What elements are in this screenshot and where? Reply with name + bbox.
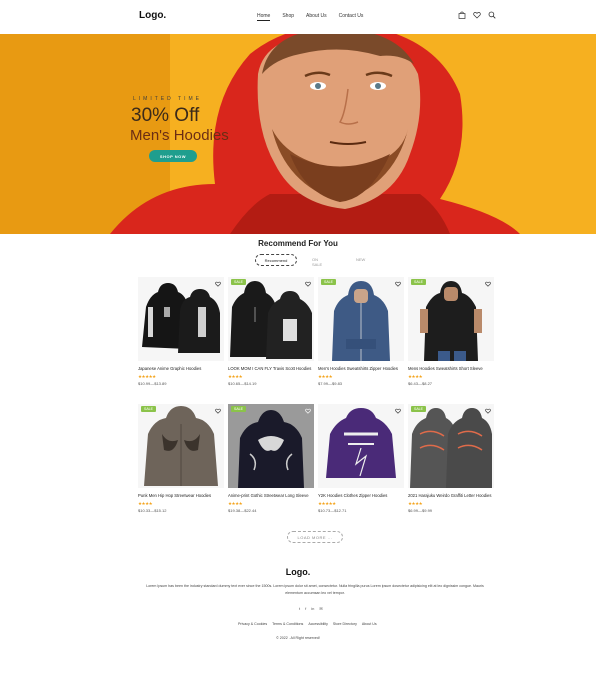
- search-icon[interactable]: [488, 11, 496, 19]
- mail-icon[interactable]: ✉: [319, 606, 322, 611]
- shop-now-button[interactable]: SHOP NOW: [149, 150, 197, 162]
- product-name[interactable]: 2021 Harajuku Weirdo Graffiti Letter Hoo…: [408, 493, 494, 498]
- product-name[interactable]: Anime-print Gothic Streetwear Long Sleev…: [228, 493, 314, 498]
- footer-description: Lorem Ipsum has been the industry standa…: [146, 584, 484, 595]
- product-image[interactable]: [318, 404, 404, 488]
- wishlist-heart-icon[interactable]: [215, 281, 221, 287]
- nav-about[interactable]: About Us: [306, 13, 327, 21]
- copyright: © 2022 . All Right reserved!: [276, 636, 320, 640]
- sale-badge: SALE: [321, 279, 336, 285]
- tab-new[interactable]: NEW: [356, 257, 365, 262]
- product-price: $10.33—$15.12: [138, 508, 167, 513]
- nav-contact[interactable]: Contact Us: [339, 13, 364, 21]
- hero-kicker: LIMITED TIME: [133, 96, 202, 102]
- nav-shop[interactable]: Shop: [282, 13, 294, 21]
- logo[interactable]: Logo.: [139, 10, 166, 21]
- footer-link-store-directory[interactable]: Store Directory: [333, 622, 357, 626]
- product-tabs: Recommend ON SALE NEW: [255, 254, 365, 267]
- section-title: Recommend For You: [258, 239, 338, 248]
- product-price: $10.73—$12.71: [318, 508, 347, 513]
- main-nav: Home Shop About Us Contact Us: [257, 13, 363, 21]
- product-rating: ★★★★: [318, 374, 333, 379]
- hero-model-image: [110, 34, 520, 234]
- product-name[interactable]: Mens Hoodies Sweatshirts Short Sleeve: [408, 366, 494, 371]
- product-price: $6.43—$8.27: [408, 381, 433, 386]
- bag-icon[interactable]: [458, 11, 466, 19]
- site-header: Logo. Home Shop About Us Contact Us: [0, 0, 596, 34]
- wishlist-heart-icon[interactable]: [305, 281, 311, 287]
- product-rating: ★★★★: [228, 374, 243, 379]
- wishlist-heart-icon[interactable]: [485, 281, 491, 287]
- product-image[interactable]: SALE: [408, 404, 494, 488]
- product-rating: ★★★★: [138, 501, 153, 506]
- sale-badge: SALE: [411, 406, 426, 412]
- nav-home[interactable]: Home: [257, 13, 271, 21]
- product-name[interactable]: LOOK MOM I CAN FLY Travis Scott Hoodies: [228, 366, 314, 371]
- facebook-icon[interactable]: f: [305, 606, 306, 611]
- product-image[interactable]: SALE: [228, 277, 314, 361]
- hero-subtitle: Men's Hoodies: [130, 127, 229, 144]
- footer-logo[interactable]: Logo.: [0, 567, 596, 577]
- product-rating: ★★★★★: [318, 501, 336, 506]
- tab-recommend[interactable]: Recommend: [255, 254, 297, 266]
- wishlist-heart-icon[interactable]: [215, 408, 221, 414]
- product-price: $7.99—$9.83: [318, 381, 343, 386]
- wishlist-heart-icon[interactable]: [395, 408, 401, 414]
- wishlist-heart-icon[interactable]: [485, 408, 491, 414]
- tab-on-sale[interactable]: ON SALE: [312, 257, 322, 267]
- wishlist-heart-icon[interactable]: [305, 408, 311, 414]
- linkedin-icon[interactable]: in: [311, 606, 314, 611]
- footer-links: Privacy & Cookies Terms & Conditions Acc…: [238, 622, 377, 626]
- product-image[interactable]: SALE: [228, 404, 314, 488]
- footer-link-terms[interactable]: Terms & Conditions: [272, 622, 303, 626]
- wishlist-heart-icon[interactable]: [395, 281, 401, 287]
- product-image[interactable]: [138, 277, 224, 361]
- hero-title: 30% Off: [131, 105, 200, 126]
- footer-link-about[interactable]: About Us: [362, 622, 377, 626]
- product-price: $10.65—$14.19: [228, 381, 257, 386]
- product-rating: ★★★★: [408, 501, 423, 506]
- product-price: $19.38—$22.44: [228, 508, 257, 513]
- twitter-icon[interactable]: t: [299, 606, 300, 611]
- product-image[interactable]: SALE: [408, 277, 494, 361]
- load-more-button[interactable]: LOAD MORE ...: [287, 531, 343, 543]
- sale-badge: SALE: [231, 406, 246, 412]
- product-name[interactable]: Men's Hoodies Sweatshirts Zipper Hoodies: [318, 366, 404, 371]
- sale-badge: SALE: [141, 406, 156, 412]
- product-rating: ★★★★: [228, 501, 243, 506]
- product-name[interactable]: Japanese Anime Graphic Hoodies: [138, 366, 224, 371]
- header-icons: [458, 11, 496, 19]
- heart-icon[interactable]: [473, 11, 481, 19]
- product-image[interactable]: SALE: [318, 277, 404, 361]
- sale-badge: SALE: [231, 279, 246, 285]
- product-rating: ★★★★★: [138, 374, 156, 379]
- product-price: $6.99—$9.99: [408, 508, 433, 513]
- product-name[interactable]: Y2K Hoodies Clothes Zipper Hoodies: [318, 493, 404, 498]
- social-links: t f in ✉: [299, 606, 323, 611]
- footer-link-privacy[interactable]: Privacy & Cookies: [238, 622, 267, 626]
- product-price: $10.99—$13.89: [138, 381, 167, 386]
- product-image[interactable]: SALE: [138, 404, 224, 488]
- product-name[interactable]: Punk Men Hip Hop Streetwear Hoodies: [138, 493, 224, 498]
- footer-link-accessibility[interactable]: Accessibility: [308, 622, 328, 626]
- sale-badge: SALE: [411, 279, 426, 285]
- product-rating: ★★★★: [408, 374, 423, 379]
- hero-banner: LIMITED TIME 30% Off Men's Hoodies SHOP …: [0, 34, 596, 234]
